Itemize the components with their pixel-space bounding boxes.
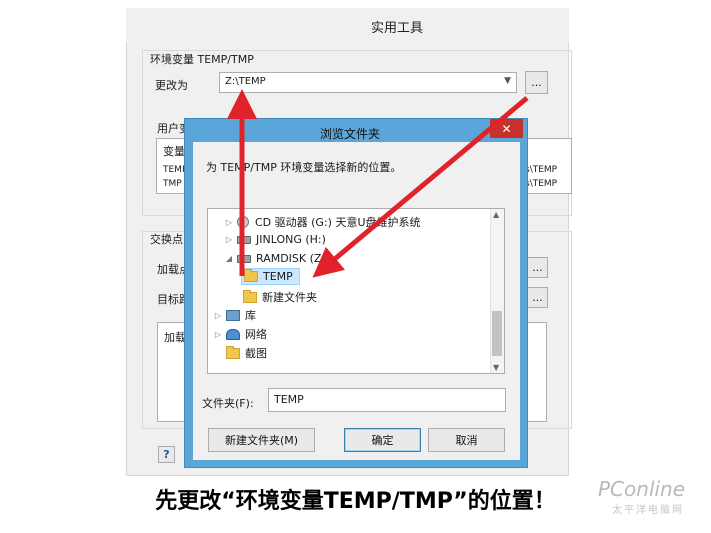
arrow-to-temp-folder [312, 96, 529, 278]
annotation-arrows [227, 89, 529, 278]
watermark-subtitle: 太平洋电脑网 [612, 505, 684, 516]
watermark-logo: PConline [598, 477, 686, 501]
